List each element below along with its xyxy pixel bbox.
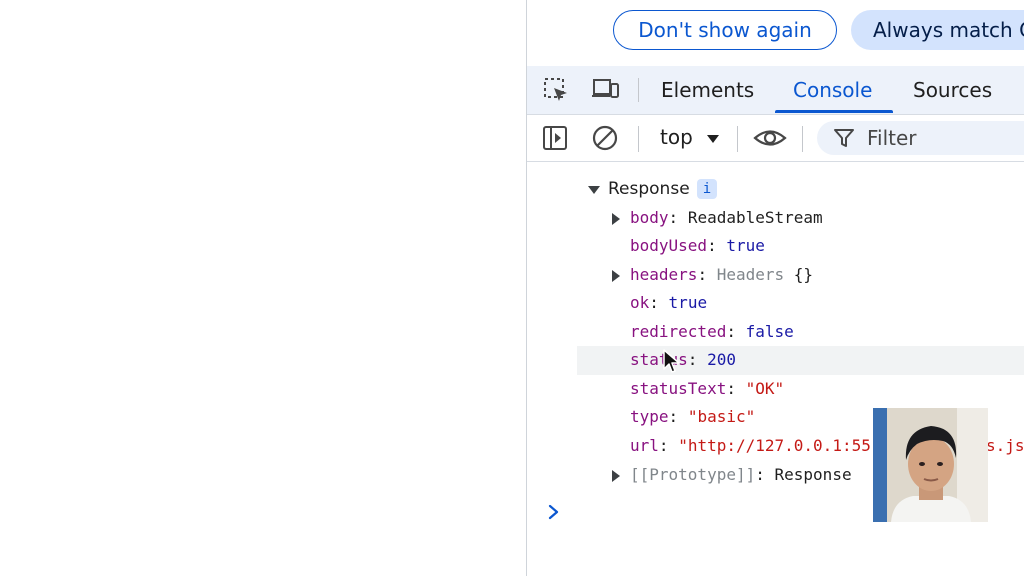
prop-colon: : (668, 407, 679, 426)
prop-colon: : (726, 322, 736, 341)
prop-colon: : (726, 379, 736, 398)
expand-arrow-icon[interactable] (612, 470, 620, 482)
prop-key: headers (630, 265, 698, 284)
sidebar-toggle-icon[interactable] (541, 124, 569, 152)
prop-key: statusText (630, 379, 727, 398)
url-value-tail: s.js (986, 436, 1024, 455)
prop-value: {} (793, 265, 814, 284)
prop-value: false (745, 322, 794, 341)
always-match-button[interactable]: Always match C (851, 10, 1024, 50)
prop-row-url[interactable]: url: "http://127.0.0.1:55 (630, 435, 871, 457)
prop-row-body[interactable]: body: ReadableStream (630, 207, 823, 229)
prop-key: redirected (630, 322, 727, 341)
filter-placeholder: Filter (867, 126, 917, 150)
dont-show-again-button[interactable]: Don't show again (613, 10, 837, 50)
prop-type: Headers (716, 265, 785, 284)
prop-colon: : (668, 208, 679, 227)
prop-colon: : (649, 293, 659, 312)
prop-value: "basic" (687, 407, 756, 426)
prop-row-ok[interactable]: ok: true (630, 292, 707, 314)
prop-key: [[Prototype]] (630, 465, 756, 484)
console-prompt-icon[interactable] (547, 504, 561, 520)
prop-key: type (630, 407, 669, 426)
tab-bar-separator (638, 78, 639, 102)
prop-colon: : (658, 436, 669, 455)
filter-icon (834, 129, 854, 147)
prop-colon: : (707, 236, 717, 255)
prop-key: ok (630, 293, 650, 312)
webcam-overlay (873, 408, 988, 522)
tab-sources[interactable]: Sources (913, 78, 992, 102)
toolbar-separator (802, 126, 803, 152)
mouse-cursor-icon (663, 349, 680, 373)
prop-row-type[interactable]: type: "basic" (630, 406, 755, 428)
prop-row-statustext[interactable]: statusText: "OK" (630, 378, 784, 400)
prop-row-headers[interactable]: headers: Headers {} (630, 264, 813, 286)
context-label: top (660, 125, 693, 149)
prop-key: bodyUsed (630, 236, 708, 255)
devtools-tab-bar: Elements Console Sources (527, 66, 1024, 115)
prop-value: ReadableStream (687, 208, 823, 227)
prop-colon: : (697, 265, 708, 284)
clear-console-icon[interactable] (591, 124, 619, 152)
prop-key: url (630, 436, 659, 455)
filter-input[interactable]: Filter (817, 121, 1024, 155)
prop-colon: : (755, 465, 765, 484)
console-toolbar: top Filter (527, 115, 1024, 162)
live-expression-eye-icon[interactable] (753, 124, 787, 152)
prop-row-status[interactable]: status: 200 (630, 349, 736, 371)
prop-value: "OK" (745, 379, 785, 398)
theme-banner: Don't show again Always match C (527, 0, 1024, 65)
prop-row-redirected[interactable]: redirected: false (630, 321, 794, 343)
prop-row-bodyused[interactable]: bodyUsed: true (630, 235, 765, 257)
tab-elements[interactable]: Elements (661, 78, 754, 102)
prop-key: body (630, 208, 669, 227)
prop-value: 200 (707, 350, 736, 369)
toolbar-separator (638, 126, 639, 152)
info-icon[interactable]: i (697, 179, 717, 199)
prop-value: Response (774, 465, 852, 484)
context-selector[interactable]: top (660, 125, 720, 149)
prop-value: true (726, 236, 765, 255)
devtools-panel: Don't show again Always match C Elements… (527, 0, 1024, 576)
device-toolbar-icon[interactable] (591, 76, 619, 104)
expand-arrow-icon[interactable] (612, 270, 620, 282)
expand-arrow-icon[interactable] (612, 213, 620, 225)
active-tab-indicator (775, 110, 893, 113)
tab-console[interactable]: Console (793, 78, 872, 102)
prop-row-prototype[interactable]: [[Prototype]]: Response (630, 464, 852, 486)
prop-value: "http://127.0.0.1:55 (678, 436, 871, 455)
toolbar-separator (737, 126, 738, 152)
chevron-down-icon (707, 134, 720, 143)
prop-colon: : (687, 350, 698, 369)
web-page-viewport (0, 0, 526, 576)
inspect-element-icon[interactable] (542, 76, 570, 104)
object-title[interactable]: Response (608, 178, 690, 200)
collapse-arrow-icon[interactable] (588, 186, 600, 194)
prop-value: true (668, 293, 708, 312)
presenter-webcam-image (873, 408, 988, 522)
